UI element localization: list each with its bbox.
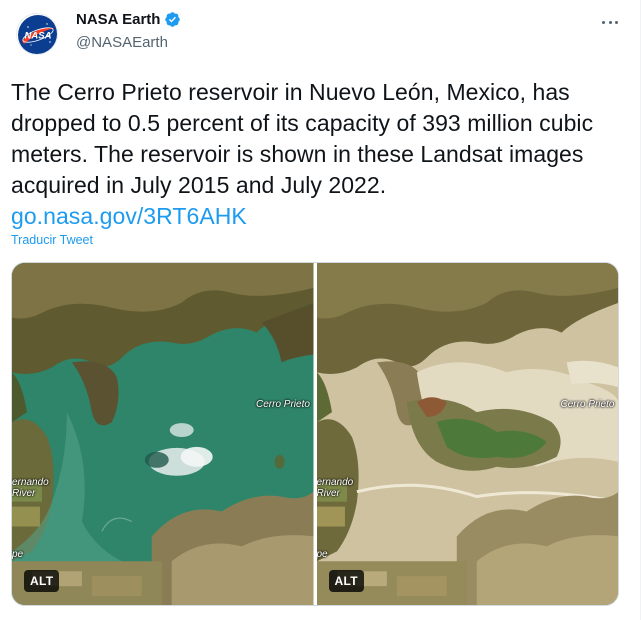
- map-label-reservoir: Cerro Prieto: [256, 399, 310, 410]
- translate-tweet-link[interactable]: Traducir Tweet: [11, 233, 93, 247]
- media-grid: Cerro Prieto ernando River pe ALT Cerro …: [11, 262, 619, 606]
- map-label-river: River: [12, 488, 36, 499]
- author-name-row: NASA Earth: [76, 11, 181, 28]
- tweet-body: The Cerro Prieto reservoir in Nuevo León…: [11, 77, 623, 232]
- map-label-river: River: [316, 488, 340, 499]
- landsat-image-2022[interactable]: Cerro Prieto ernando River pe ALT: [316, 263, 618, 605]
- map-label-edge: pe: [316, 549, 328, 560]
- user-handle[interactable]: @NASAEarth: [76, 34, 168, 51]
- more-dot-icon: [602, 20, 605, 24]
- avatar[interactable]: NASA: [16, 13, 58, 55]
- alt-text-button[interactable]: ALT: [24, 570, 60, 592]
- tweet-link[interactable]: go.nasa.gov/3RT6AHK: [11, 201, 623, 232]
- verified-badge-icon: [165, 12, 181, 27]
- nasa-logo-icon: NASA: [18, 15, 57, 54]
- satellite-image-2015: [12, 263, 314, 605]
- map-label-edge: pe: [12, 549, 24, 560]
- alt-text-button[interactable]: ALT: [328, 570, 364, 592]
- avatar-label: NASA: [25, 31, 52, 42]
- more-dot-icon: [608, 20, 612, 24]
- map-label-river: ernando: [316, 477, 354, 488]
- map-label-river: ernando: [12, 477, 49, 488]
- map-label-reservoir: Cerro Prieto: [560, 399, 615, 410]
- satellite-image-2022: [316, 263, 618, 605]
- tweet-card: NASA NASA Earth @NASAEarth The Cerro Pri…: [0, 0, 641, 620]
- landsat-image-2015[interactable]: Cerro Prieto ernando River pe ALT: [12, 263, 314, 605]
- more-options-button[interactable]: [600, 12, 620, 32]
- display-name[interactable]: NASA Earth: [76, 11, 160, 28]
- more-dot-icon: [615, 20, 618, 24]
- tweet-text: The Cerro Prieto reservoir in Nuevo León…: [11, 79, 594, 198]
